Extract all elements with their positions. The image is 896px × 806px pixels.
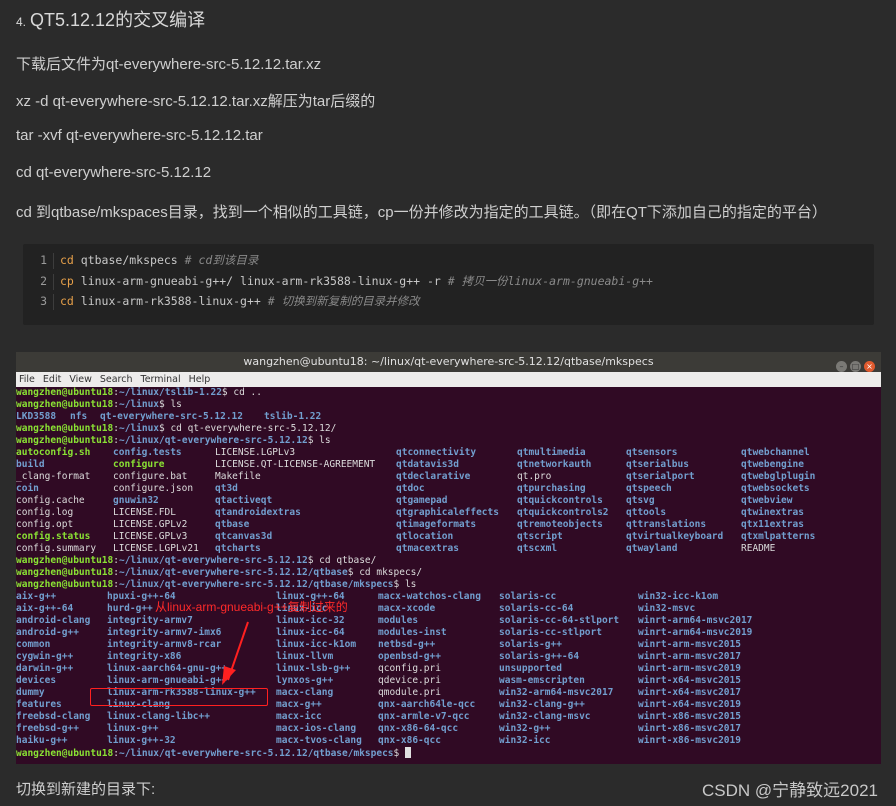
paragraph: 切换到新建的目录下: [16,781,156,798]
annotation-text: 从linux-arm-gnueabi-g++复制过来的 [155,600,348,614]
annotation-arrow [222,621,249,685]
annotation-highlight-box [90,688,268,706]
watermark: CSDN @宁静致远2021 [702,781,878,800]
